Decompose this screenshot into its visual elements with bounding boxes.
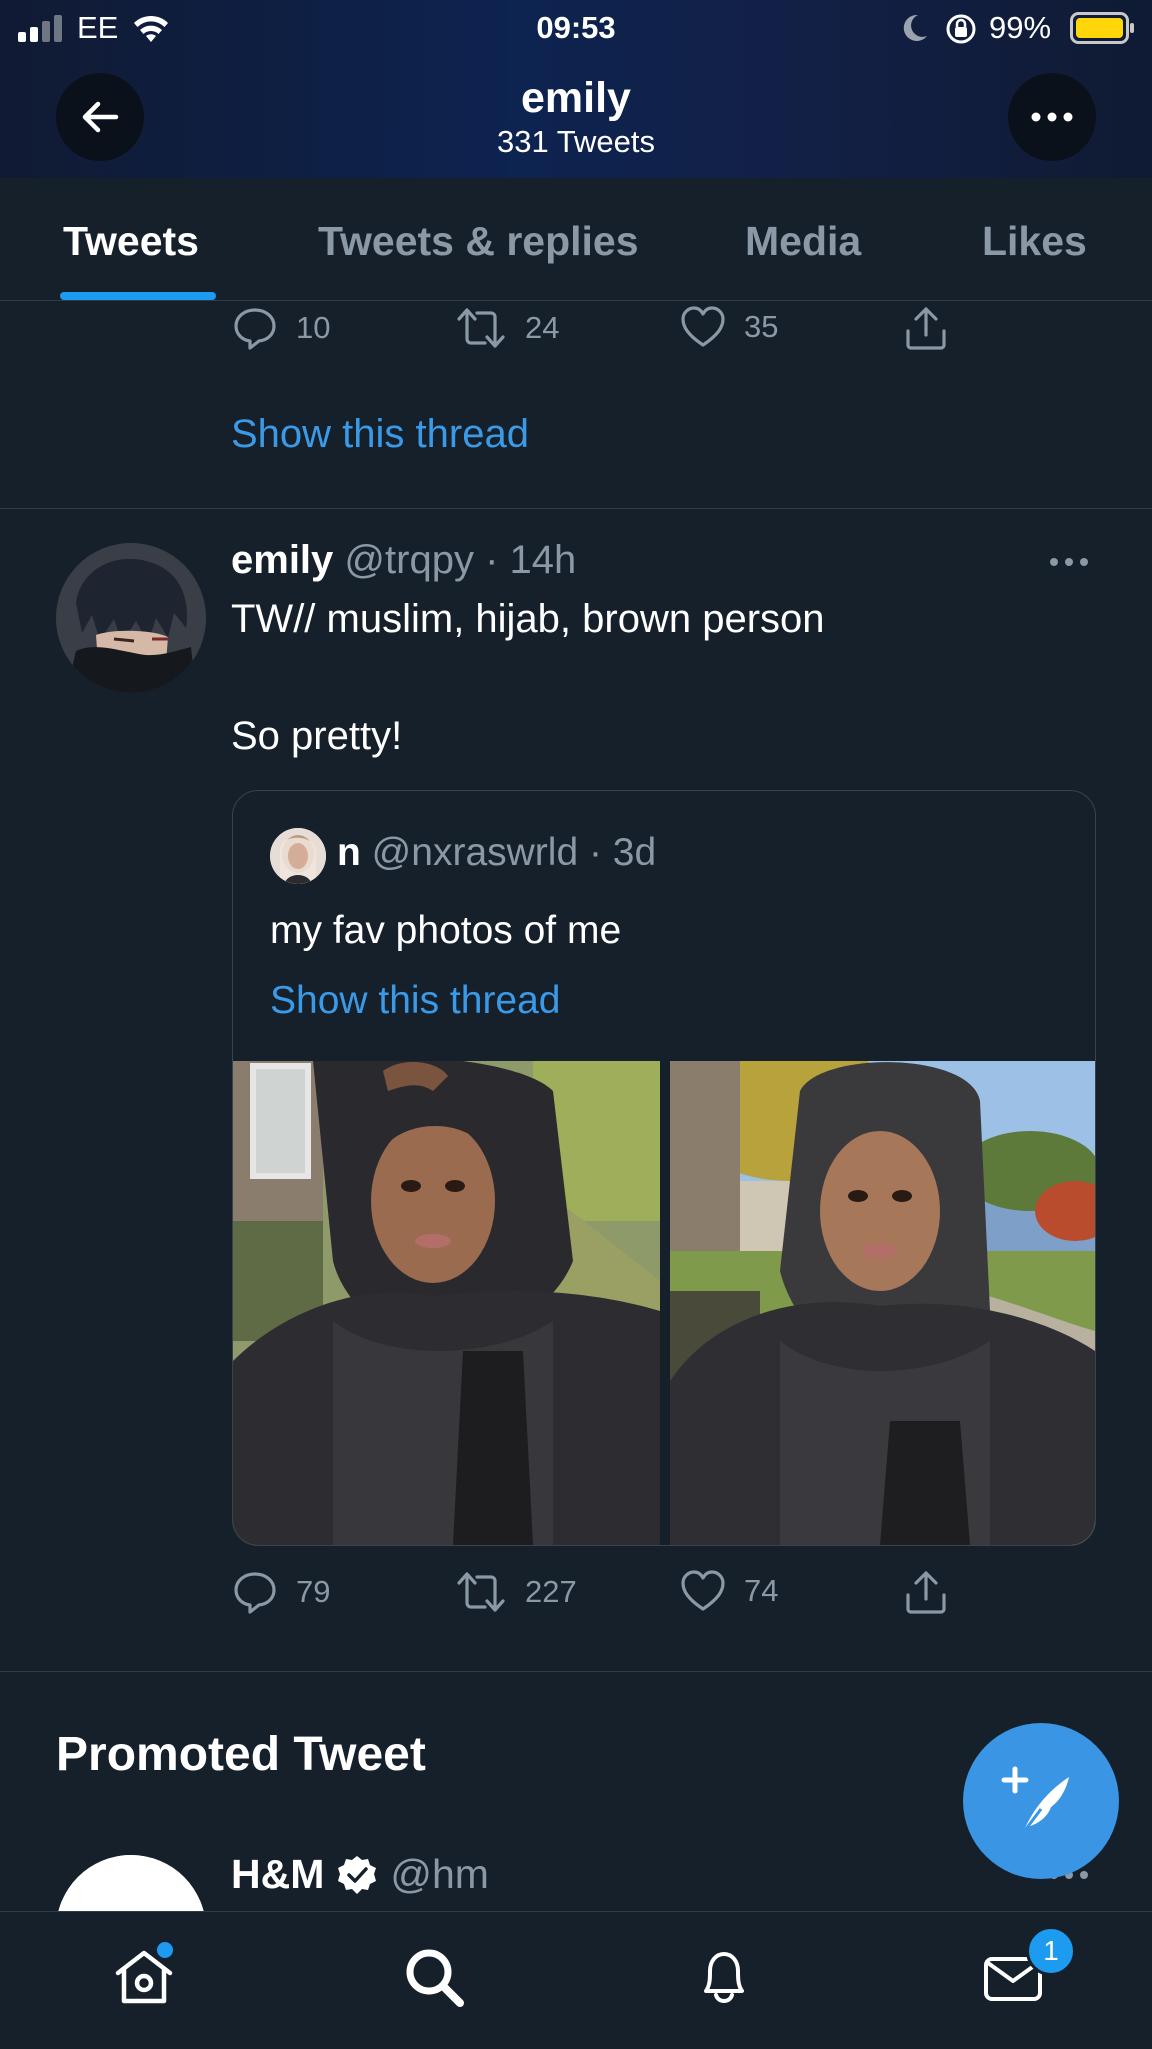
profile-name: emily	[521, 74, 631, 122]
compose-tweet-button[interactable]	[963, 1723, 1119, 1879]
home-notification-dot	[157, 1942, 173, 1958]
retweet-icon	[457, 308, 505, 348]
tweet-text-line2: So pretty!	[231, 714, 403, 758]
tab-media[interactable]: Media	[745, 218, 861, 265]
quoted-time: · 3d	[588, 831, 657, 874]
more-horizontal-icon	[1050, 558, 1088, 566]
reply-count: 79	[296, 1574, 331, 1609]
promoted-heading: Promoted Tweet	[56, 1728, 426, 1781]
tweet-count: 331 Tweets	[497, 124, 655, 159]
nav-messages[interactable]: 1	[978, 1926, 1076, 2012]
bottom-navigation: 1	[0, 1911, 1152, 2049]
nav-search[interactable]	[399, 1942, 469, 2012]
clock: 09:53	[536, 10, 616, 45]
tweet-more-button[interactable]	[1049, 557, 1089, 567]
battery-percent: 99%	[989, 10, 1052, 45]
retweet-icon	[457, 1572, 505, 1612]
profile-tabs: Tweets Tweets & replies Media Likes	[0, 178, 1152, 301]
moon-icon	[900, 12, 930, 44]
reply-icon	[234, 308, 276, 350]
author-name[interactable]: emily	[231, 538, 333, 582]
quoted-author-name: n	[337, 831, 361, 874]
active-tab-indicator	[60, 292, 216, 300]
like-button[interactable]: 35	[680, 305, 778, 349]
like-count: 74	[744, 1573, 779, 1608]
divider	[0, 1671, 1152, 1672]
nav-home[interactable]	[109, 1942, 179, 2012]
heart-icon	[681, 1570, 725, 1611]
divider	[0, 508, 1152, 509]
tweet-header: emily @trqpy · 14h	[231, 538, 576, 583]
quoted-avatar	[270, 828, 326, 884]
quoted-text: my fav photos of me	[270, 909, 622, 952]
retweet-button[interactable]: 227	[455, 1569, 577, 1615]
tweet-photo-1[interactable]	[233, 1061, 660, 1545]
reply-button[interactable]: 10	[232, 305, 330, 351]
search-icon	[406, 1949, 464, 2007]
quoted-tweet-card[interactable]: n @nxraswrld · 3d my fav photos of me Sh…	[232, 790, 1096, 1546]
show-thread-link[interactable]: Show this thread	[231, 412, 529, 457]
battery-icon	[1070, 12, 1136, 44]
quoted-show-thread-link[interactable]: Show this thread	[270, 979, 561, 1023]
retweet-count: 24	[525, 310, 560, 345]
share-icon	[906, 307, 946, 350]
heart-icon	[681, 306, 725, 347]
like-count: 35	[744, 309, 779, 344]
tweet-time: · 14h	[485, 538, 577, 582]
tweet-text-line1: TW// muslim, hijab, brown person	[231, 597, 825, 641]
reply-icon	[234, 1572, 276, 1614]
tab-tweets-replies[interactable]: Tweets & replies	[318, 218, 639, 265]
bell-icon	[704, 1952, 744, 2003]
rotation-lock-icon	[944, 12, 978, 46]
author-handle[interactable]: @trqpy	[344, 538, 474, 582]
promoted-author-handle[interactable]: @hm	[390, 1851, 489, 1898]
messages-badge: 1	[1026, 1926, 1076, 1976]
profile-header: EE 09:53 99% emily 331 Tweets	[0, 0, 1152, 178]
tweet-photo-2[interactable]	[670, 1061, 1095, 1545]
tab-likes[interactable]: Likes	[982, 218, 1087, 265]
promoted-header: H&M @hm	[231, 1851, 489, 1898]
reply-button[interactable]: 79	[232, 1569, 330, 1615]
reply-count: 10	[296, 310, 331, 345]
compose-feather-icon	[1001, 1766, 1069, 1834]
retweet-count: 227	[525, 1574, 577, 1609]
nav-notifications[interactable]	[689, 1942, 759, 2012]
promoted-author-name[interactable]: H&M	[231, 1851, 324, 1898]
verified-badge-icon	[338, 1855, 377, 1894]
quoted-header: n @nxraswrld · 3d	[337, 831, 656, 875]
share-icon	[906, 1571, 946, 1614]
share-button[interactable]	[903, 1569, 949, 1615]
photo-gap	[660, 1061, 670, 1545]
avatar[interactable]	[56, 543, 206, 693]
tab-tweets[interactable]: Tweets	[63, 218, 199, 265]
like-button[interactable]: 74	[680, 1569, 778, 1613]
share-button[interactable]	[903, 305, 949, 351]
retweet-button[interactable]: 24	[455, 305, 559, 351]
quoted-author-handle: @nxraswrld	[371, 831, 579, 874]
